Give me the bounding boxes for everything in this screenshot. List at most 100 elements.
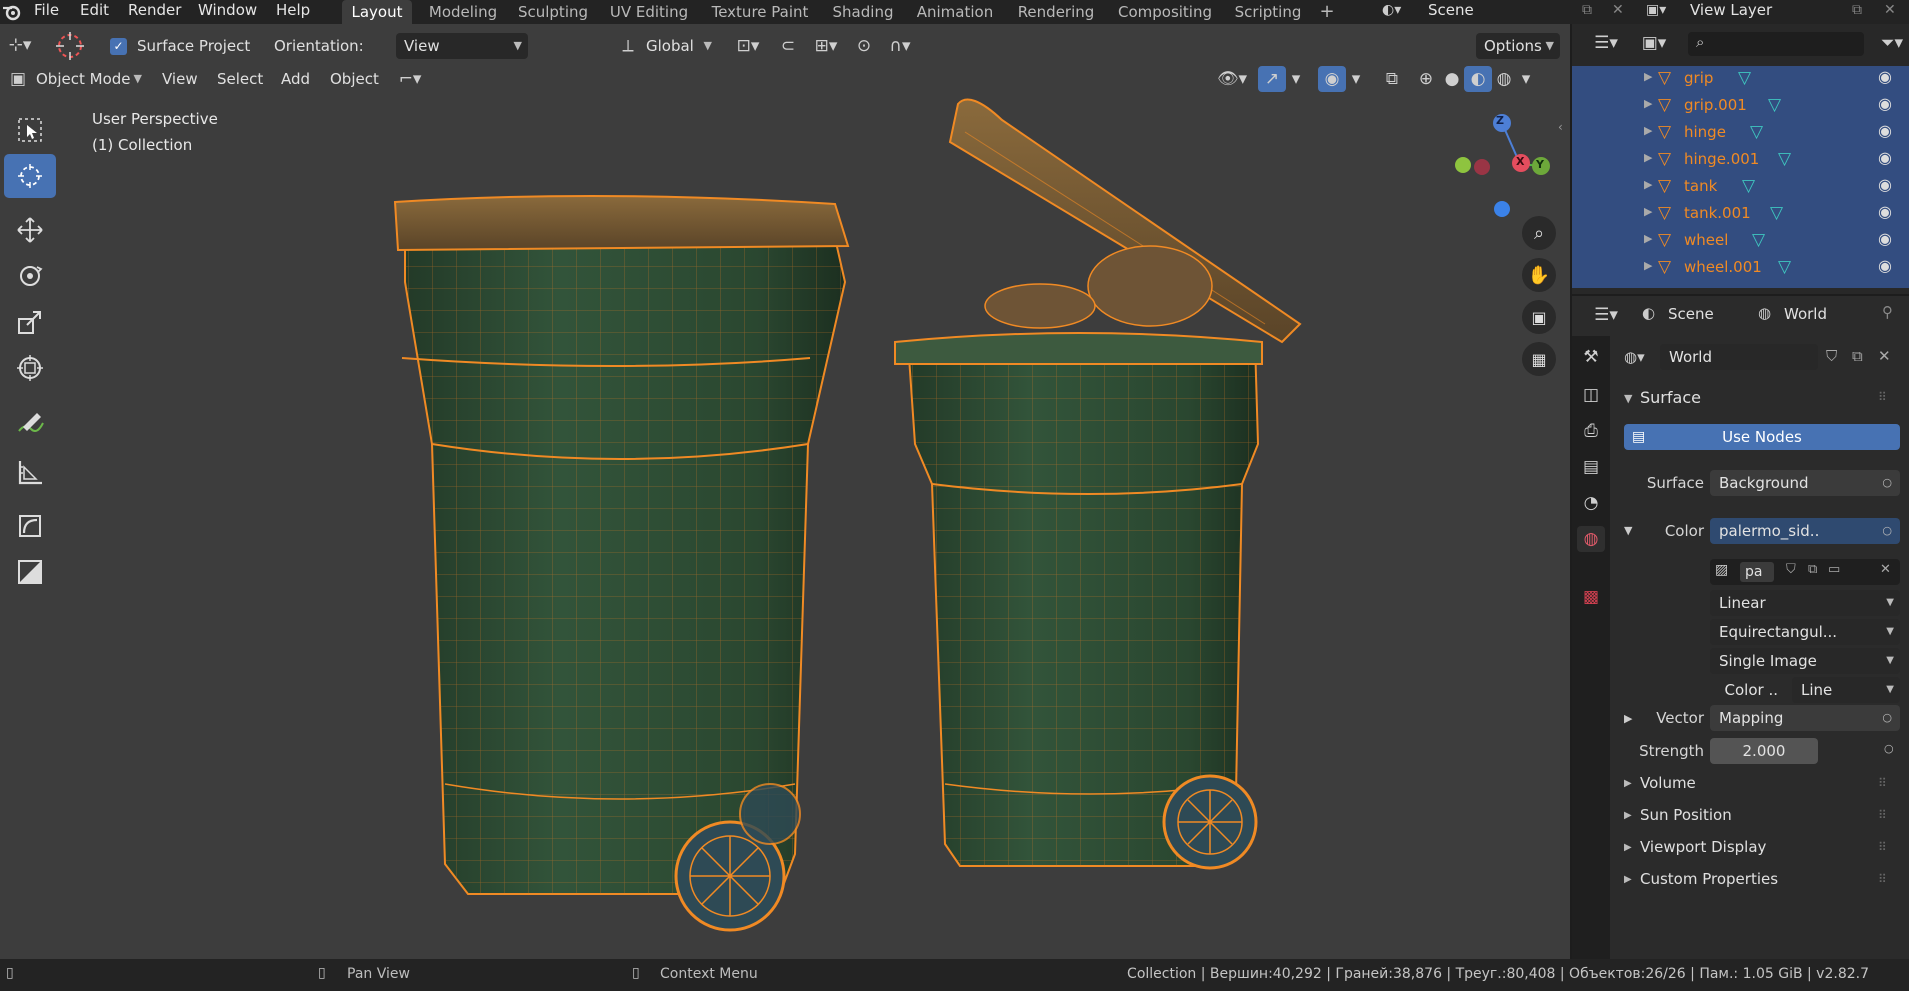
surface-panel-title[interactable]: Surface	[1640, 388, 1701, 407]
overlays-toggle-icon[interactable]: ◉	[1318, 66, 1346, 92]
measure-tool-icon[interactable]	[4, 450, 56, 494]
vector-input-field[interactable]: Mapping ○	[1710, 705, 1900, 731]
menu-add[interactable]: Add	[281, 66, 310, 92]
outliner-item-label[interactable]: grip	[1684, 69, 1713, 87]
visibility-eye-icon[interactable]: ◉	[1878, 148, 1892, 167]
tab-sculpting[interactable]: Sculpting	[512, 0, 594, 24]
tab-scripting[interactable]: Scripting	[1226, 0, 1310, 24]
overlays-dropdown-icon[interactable]: ▾	[1346, 66, 1366, 92]
output-tab-icon[interactable]: ⎙	[1577, 418, 1605, 444]
scale-tool-icon[interactable]	[4, 300, 56, 344]
camera-icon[interactable]: ▣	[1522, 300, 1556, 334]
gizmo-toggle-icon[interactable]: ↗	[1258, 66, 1286, 92]
scene-tab-icon[interactable]: ◔	[1577, 490, 1605, 516]
tab-texture-paint[interactable]: Texture Paint	[704, 0, 816, 24]
visibility-eye-icon[interactable]: ◉	[1878, 121, 1892, 140]
sun-position-panel[interactable]: ▶ Sun Position ⠿	[1612, 802, 1909, 832]
expand-arrow-icon[interactable]: ▶	[1644, 232, 1652, 245]
falloff-curve-icon[interactable]: ∩▾	[880, 33, 920, 59]
proportional-edit-icon[interactable]: ⊙	[850, 33, 878, 59]
world-name-field[interactable]: World	[1660, 344, 1818, 370]
duplicate-image-icon[interactable]: ⧉	[1808, 562, 1817, 577]
duplicate-world-icon[interactable]: ⧉	[1852, 347, 1863, 365]
outliner-row[interactable]: ▶ ▽ hinge.001 ▽ ◉	[1572, 147, 1909, 174]
trash-bin-left[interactable]	[393, 194, 850, 932]
outliner-row[interactable]: ▶ ▽ wheel.001 ▽ ◉	[1572, 255, 1909, 282]
render-tab-icon[interactable]: ◫	[1577, 382, 1605, 408]
add-cube-tool-icon[interactable]	[4, 504, 56, 548]
outliner-item-label[interactable]: grip.001	[1684, 96, 1747, 114]
tab-layout[interactable]: Layout	[342, 0, 412, 24]
transform-shape-tool-icon[interactable]	[4, 550, 56, 594]
view-layer-tab-icon[interactable]: ▤	[1577, 454, 1605, 480]
image-name-field[interactable]: pa	[1740, 562, 1774, 582]
drag-handle-icon[interactable]: ⠿	[1878, 808, 1888, 822]
expand-arrow-icon[interactable]: ▶	[1644, 178, 1652, 191]
unlink-image-icon[interactable]: ✕	[1880, 562, 1891, 577]
tab-modeling[interactable]: Modeling	[422, 0, 504, 24]
transform-tool-icon[interactable]	[4, 346, 56, 390]
world-browse-icon[interactable]: ◍▾	[1624, 348, 1645, 366]
scene-name[interactable]: Scene	[1428, 0, 1474, 24]
outliner-item-label[interactable]: hinge.001	[1684, 150, 1759, 168]
outliner-row[interactable]: ▶ ▽ grip ▽ ◉	[1572, 66, 1909, 93]
fake-user-shield-icon[interactable]: ⛉	[1826, 347, 1837, 365]
grid-ortho-icon[interactable]: ▦	[1522, 342, 1556, 376]
view-layer-icon[interactable]: ▣▾	[1646, 2, 1666, 18]
visibility-eye-icon[interactable]: ◉	[1878, 175, 1892, 194]
blender-logo-icon[interactable]	[2, 2, 22, 22]
menu-edit[interactable]: Edit	[80, 0, 109, 24]
texture-tab-icon[interactable]: ▩	[1577, 584, 1605, 610]
gizmo-dropdown-icon[interactable]: ▾	[1286, 66, 1306, 92]
fake-user-shield-icon[interactable]: ⛉	[1786, 562, 1796, 577]
3d-viewport[interactable]: Z X Y ⌕ ✋ ▣ ▦ ‹ User Perspective (1) Col…	[0, 24, 1570, 959]
visibility-eye-icon[interactable]: ◉	[1878, 202, 1892, 221]
color-input-field[interactable]: palermo_sid.. ○	[1710, 518, 1900, 544]
expand-arrow-icon[interactable]: ▶	[1644, 259, 1652, 272]
transform-orientation-dropdown[interactable]: Global ▼	[638, 33, 718, 59]
cursor-tool-button-icon[interactable]	[4, 154, 56, 198]
shading-dropdown-icon[interactable]: ▾	[1516, 66, 1536, 92]
visibility-eye-icon[interactable]: ◉	[1878, 256, 1892, 275]
projection-dropdown[interactable]: Equirectangul... ▼	[1710, 619, 1900, 645]
outliner-tree[interactable]: ▶ ▽ grip ▽ ◉ ▶ ▽ grip.001 ▽ ◉ ▶ ▽ hinge …	[1572, 66, 1909, 288]
new-scene-icon[interactable]: ⧉	[1582, 2, 1592, 18]
outliner-row[interactable]: ▶ ▽ grip.001 ▽ ◉	[1572, 93, 1909, 120]
custom-properties-panel[interactable]: ▶ Custom Properties ⠿	[1612, 866, 1909, 896]
expand-arrow-icon[interactable]: ▶	[1644, 97, 1652, 110]
volume-panel[interactable]: ▶ Volume ⠿	[1612, 770, 1909, 800]
rotate-tool-icon[interactable]	[4, 254, 56, 298]
snap-target-icon[interactable]: ⊞▾	[806, 33, 846, 59]
interpolation-dropdown[interactable]: Linear ▼	[1710, 590, 1900, 616]
outliner-row[interactable]: ▶ ▽ tank.001 ▽ ◉	[1572, 201, 1909, 228]
visibility-eye-icon[interactable]: 👁▾	[1212, 66, 1252, 92]
tab-animation[interactable]: Animation	[910, 0, 1000, 24]
world-tab-icon[interactable]: ◍	[1577, 526, 1605, 552]
outliner-item-label[interactable]: tank.001	[1684, 204, 1751, 222]
menu-help[interactable]: Help	[276, 0, 310, 24]
add-workspace-icon[interactable]: +	[1314, 0, 1340, 24]
menu-select[interactable]: Select	[217, 66, 263, 92]
expand-arrow-icon[interactable]: ▶	[1644, 205, 1652, 218]
menu-file[interactable]: File	[34, 0, 59, 24]
snap-magnet-icon[interactable]: ⊂	[774, 33, 802, 59]
editor-type-icon[interactable]: ⊹▾	[6, 32, 34, 58]
tool-tab-icon[interactable]: ⚒	[1577, 344, 1605, 370]
pin-icon[interactable]: ⚲	[1882, 303, 1893, 321]
outliner-item-label[interactable]: tank	[1684, 177, 1717, 195]
strength-slider[interactable]: 2.000	[1710, 738, 1818, 764]
new-view-layer-icon[interactable]: ⧉	[1852, 2, 1862, 18]
unlink-world-icon[interactable]: ✕	[1878, 347, 1891, 365]
pivot-point-icon[interactable]: ⊡▾	[728, 33, 768, 59]
wireframe-shading-icon[interactable]: ⊕	[1412, 66, 1440, 92]
outliner-item-label[interactable]: wheel.001	[1684, 258, 1762, 276]
drag-handle-icon[interactable]: ⠿	[1878, 390, 1888, 404]
expand-arrow-icon[interactable]: ▶	[1644, 151, 1652, 164]
menu-object[interactable]: Object	[330, 66, 379, 92]
scene-selector-icon[interactable]: ◐▾	[1382, 2, 1412, 22]
xray-toggle-icon[interactable]: ⧉	[1378, 66, 1406, 92]
open-folder-icon[interactable]: ▭	[1828, 562, 1840, 577]
tab-uv-editing[interactable]: UV Editing	[604, 0, 694, 24]
material-preview-shading-icon[interactable]: ◐	[1464, 66, 1492, 92]
delete-scene-icon[interactable]: ✕	[1612, 2, 1624, 18]
